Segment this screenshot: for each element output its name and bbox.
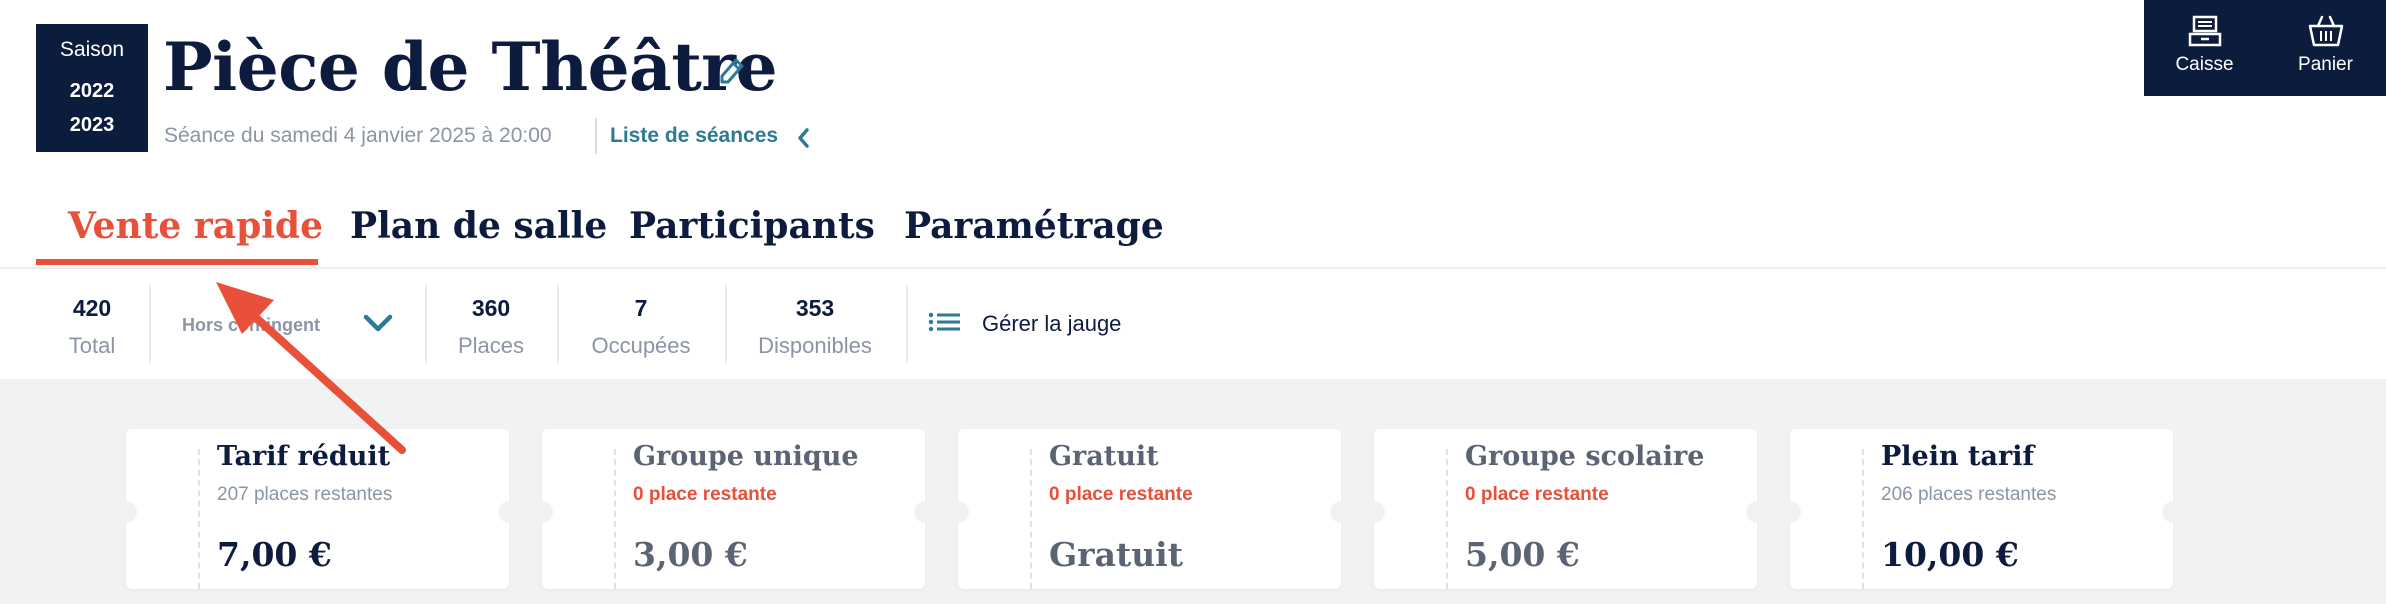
season-year-start: 2022 <box>69 80 115 102</box>
tariff-remaining: 0 place restante <box>1049 484 1193 505</box>
tariff-price: 7,00 € <box>217 535 332 574</box>
tariff-card-groupe-unique[interactable]: Groupe unique 0 place restante 3,00 € <box>531 429 936 589</box>
contingent-dropdown[interactable]: Hors contingent <box>182 315 320 336</box>
basket-icon <box>2308 15 2343 47</box>
divider <box>725 285 727 363</box>
divider <box>425 285 427 363</box>
stat-places-label: Places <box>457 333 525 358</box>
stat-total: 420 Total <box>42 293 142 361</box>
stat-occupied-label: Occupées <box>591 333 691 358</box>
tariff-name: Groupe scolaire <box>1465 441 1705 472</box>
divider <box>595 118 597 154</box>
tariff-card-gratuit[interactable]: Gratuit 0 place restante Gratuit <box>947 429 1352 589</box>
basket-label: Panier <box>2298 54 2353 75</box>
stat-available-value: 353 <box>795 295 835 321</box>
basket-button[interactable]: Panier <box>2265 0 2386 96</box>
tab-participants[interactable]: Participants <box>629 205 875 247</box>
stat-occupied: 7 Occupées <box>571 293 711 361</box>
chevron-down-icon[interactable] <box>362 313 394 338</box>
season-label: Saison <box>59 38 125 61</box>
tab-plan-de-salle[interactable]: Plan de salle <box>350 205 607 247</box>
tab-vente-rapide[interactable]: Vente rapide <box>68 205 323 247</box>
tariff-price: 10,00 € <box>1881 535 2019 574</box>
chevron-left-icon[interactable] <box>796 127 810 154</box>
stat-total-label: Total <box>68 333 116 358</box>
tariff-card-groupe-scolaire[interactable]: Groupe scolaire 0 place restante 5,00 € <box>1363 429 1768 589</box>
stat-places: 360 Places <box>440 293 542 361</box>
page-title: Pièce de Théâtre <box>163 28 778 106</box>
tariff-card-tarif-reduit[interactable]: Tarif réduit 207 places restantes 7,00 € <box>115 429 520 589</box>
divider <box>557 285 559 363</box>
tab-parametrage[interactable]: Paramétrage <box>904 205 1164 247</box>
cash-register-label: Caisse <box>2175 54 2234 75</box>
sessions-list-link[interactable]: Liste de séances <box>610 124 778 148</box>
tariff-name: Groupe unique <box>633 441 859 472</box>
divider <box>149 285 151 363</box>
stat-occupied-value: 7 <box>634 295 648 321</box>
cash-register-button[interactable]: Caisse <box>2144 0 2265 96</box>
tariff-price: Gratuit <box>1049 535 1183 574</box>
season-badge: Saison 2022 2023 <box>36 24 148 152</box>
pencil-icon[interactable] <box>716 54 746 93</box>
list-icon <box>928 312 960 332</box>
tariff-name: Gratuit <box>1049 441 1159 472</box>
gauge-bar: 420 Total Hors contingent 360 Places 7 O… <box>0 269 2386 379</box>
top-actions: Caisse Panier <box>2144 0 2386 96</box>
manage-gauge-label: Gérer la jauge <box>982 311 1122 336</box>
session-date: Séance du samedi 4 janvier 2025 à 20:00 <box>164 124 552 147</box>
tariff-name: Plein tarif <box>1881 441 2035 472</box>
tariff-price: 3,00 € <box>633 535 748 574</box>
divider <box>906 285 908 363</box>
stat-places-value: 360 <box>471 295 511 321</box>
cash-register-icon <box>2188 15 2221 47</box>
tariff-name: Tarif réduit <box>217 441 391 472</box>
tariff-card-plein-tarif[interactable]: Plein tarif 206 places restantes 10,00 € <box>1779 429 2184 589</box>
tariff-price: 5,00 € <box>1465 535 1580 574</box>
stat-available: 353 Disponibles <box>740 293 890 361</box>
tariff-remaining: 0 place restante <box>633 484 777 505</box>
stat-total-value: 420 <box>72 295 112 321</box>
tariff-remaining: 0 place restante <box>1465 484 1609 505</box>
tab-bar: Vente rapide Plan de salle Participants … <box>0 195 2386 269</box>
tariff-remaining: 206 places restantes <box>1881 484 2057 505</box>
season-year-end: 2023 <box>69 114 115 136</box>
active-tab-indicator <box>36 259 318 265</box>
tariff-remaining: 207 places restantes <box>217 484 393 505</box>
stat-available-label: Disponibles <box>758 333 872 358</box>
